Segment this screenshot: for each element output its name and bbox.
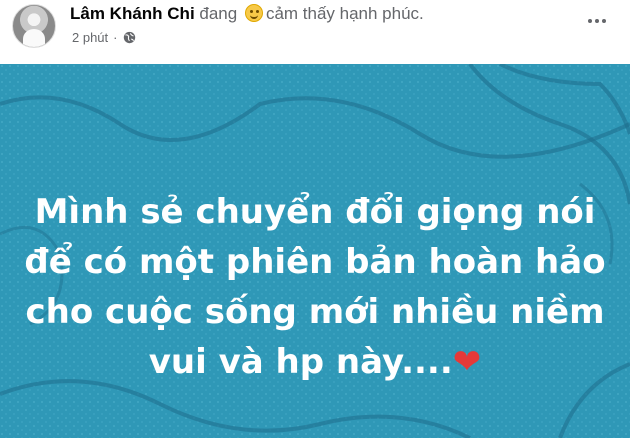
more-options-icon-dot (588, 19, 592, 23)
smile-emoji-icon (244, 4, 263, 22)
post-title-line: Lâm Khánh Chi đang cảm thấy hạnh phúc. (70, 4, 424, 24)
more-options-icon-dot (602, 19, 606, 23)
post-line: để có một phiên bản hoàn hảo (24, 242, 606, 282)
meta-separator: · (113, 30, 118, 45)
more-options-button[interactable] (583, 10, 611, 32)
heart-emoji-icon: ❤ (452, 342, 482, 382)
feeling-text[interactable]: cảm thấy hạnh phúc. (266, 4, 424, 23)
post-line-last: vui và hp này....❤ (0, 337, 630, 387)
post-line: Mình sẻ chuyển đổi giọng nói (34, 192, 596, 232)
more-options-icon-dot (595, 19, 599, 23)
post-meta: 2 phút · (72, 30, 136, 45)
author-avatar[interactable] (12, 4, 56, 48)
post-line: cho cuộc sống mới nhiều niềm (25, 292, 605, 332)
post-body-text: Mình sẻ chuyển đổi giọng nói để có một p… (0, 187, 630, 387)
post-timestamp[interactable]: 2 phút (72, 30, 108, 45)
feeling-prefix: đang (194, 4, 242, 23)
post-line: vui và hp này.... (148, 342, 453, 382)
post-header: Lâm Khánh Chi đang cảm thấy hạnh phúc. 2… (0, 0, 630, 62)
author-name[interactable]: Lâm Khánh Chi (70, 4, 195, 23)
globe-icon[interactable] (123, 31, 136, 44)
post-background[interactable]: Mình sẻ chuyển đổi giọng nói để có một p… (0, 64, 630, 438)
